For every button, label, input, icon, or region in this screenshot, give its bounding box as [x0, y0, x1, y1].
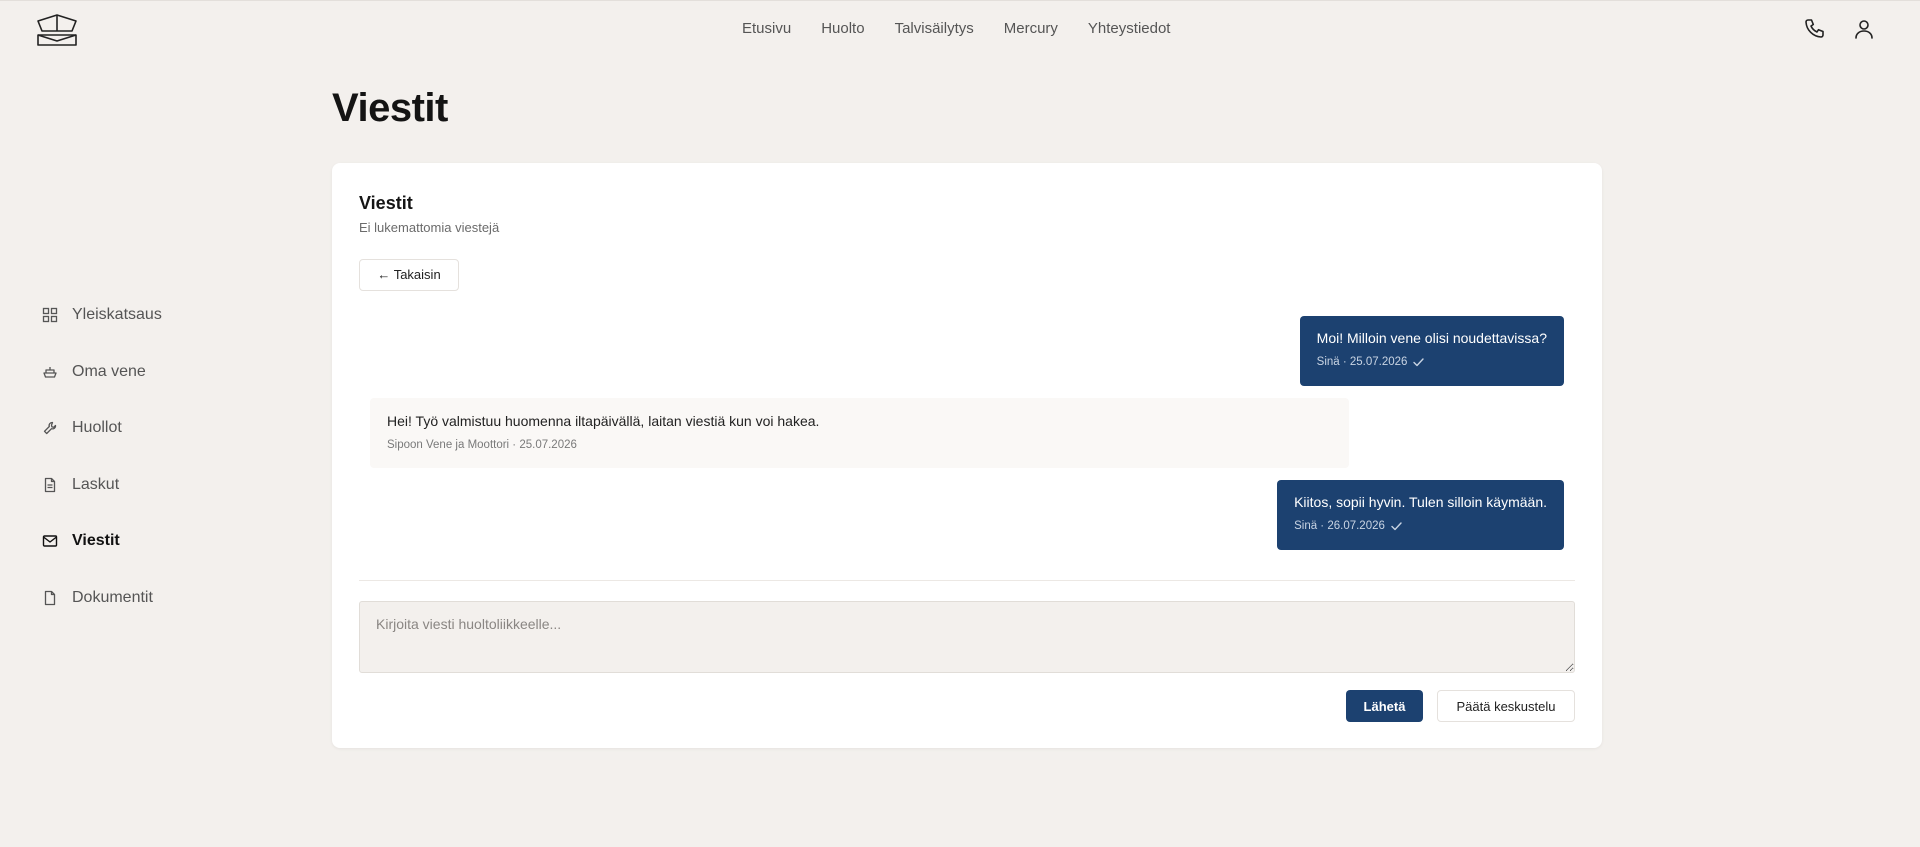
grid-icon	[42, 307, 58, 323]
sidebar-item-label: Viestit	[72, 532, 120, 549]
message-meta: Sinä · 26.07.2026	[1294, 520, 1547, 532]
messages-card: Viestit Ei lukemattomia viestejä ← Takai…	[332, 163, 1602, 748]
sidebar-item-viestit[interactable]: Viestit	[42, 529, 262, 553]
logo-icon[interactable]	[36, 13, 78, 47]
nav-item-mercury[interactable]: Mercury	[1004, 20, 1058, 37]
send-button[interactable]: Lähetä	[1346, 690, 1423, 722]
sidebar-item-label: Oma vene	[72, 362, 146, 380]
card-subtitle: Ei lukemattomia viestejä	[359, 220, 500, 235]
back-button[interactable]: ← Takaisin	[359, 259, 459, 291]
message-bubble-outgoing: Kiitos, sopii hyvin. Tulen silloin käymä…	[1277, 480, 1564, 550]
nav-item-yhteystiedot[interactable]: Yhteystiedot	[1088, 20, 1171, 37]
nav-item-talvisailytys[interactable]: Talvisäilytys	[895, 20, 974, 37]
document-icon	[44, 590, 56, 605]
main-nav: Etusivu Huolto Talvisäilytys Mercury Yht…	[742, 20, 1170, 37]
user-icon[interactable]	[1852, 17, 1876, 41]
check-icon	[1413, 357, 1425, 366]
message-text: Kiitos, sopii hyvin. Tulen silloin käymä…	[1294, 494, 1547, 510]
invoice-icon	[44, 477, 56, 492]
message-meta-text: Sipoon Vene ja Moottori · 25.07.2026	[387, 439, 577, 451]
message-meta-text: Sinä · 25.07.2026	[1316, 356, 1408, 368]
message-bubble-outgoing: Moi! Milloin vene olisi noudettavissa? S…	[1299, 316, 1564, 386]
nav-item-huolto[interactable]: Huolto	[821, 20, 864, 37]
message-text: Moi! Milloin vene olisi noudettavissa?	[1316, 330, 1547, 346]
sidebar-item-label: Dokumentit	[72, 588, 153, 606]
divider	[359, 580, 1575, 581]
sidebar-item-huollot[interactable]: Huollot	[42, 416, 262, 440]
sidebar-item-label: Laskut	[72, 475, 120, 493]
mail-icon	[42, 535, 58, 547]
message-meta: Sinä · 25.07.2026	[1317, 356, 1547, 368]
nav-item-etusivu[interactable]: Etusivu	[742, 20, 791, 37]
sidebar: Yleiskatsaus Oma vene Huollot Laskut Vie…	[42, 303, 262, 642]
card-title: Viestit	[359, 193, 413, 213]
sidebar-item-yleiskatsaus[interactable]: Yleiskatsaus	[42, 303, 262, 327]
sidebar-item-laskut[interactable]: Laskut	[42, 473, 262, 497]
sidebar-item-dokumentit[interactable]: Dokumentit	[42, 586, 262, 610]
sidebar-item-label: Yleiskatsaus	[72, 306, 162, 323]
message-meta-text: Sinä · 26.07.2026	[1294, 520, 1385, 532]
end-conversation-button[interactable]: Päätä keskustelu	[1437, 690, 1575, 722]
message-input[interactable]	[359, 601, 1575, 673]
wrench-icon	[43, 421, 57, 435]
boat-icon	[43, 366, 57, 378]
page-title: Viestit	[332, 86, 448, 130]
message-bubble-incoming: Hei! Työ valmistuu huomenna iltapäivällä…	[370, 398, 1349, 468]
check-icon	[1391, 521, 1402, 530]
message-text: Hei! Työ valmistuu huomenna iltapäivällä…	[387, 413, 820, 429]
sidebar-item-label: Huollot	[72, 419, 122, 436]
sidebar-item-oma-vene[interactable]: Oma vene	[42, 360, 262, 384]
top-bar: Etusivu Huolto Talvisäilytys Mercury Yht…	[0, 0, 1920, 56]
phone-icon[interactable]	[1803, 17, 1827, 41]
